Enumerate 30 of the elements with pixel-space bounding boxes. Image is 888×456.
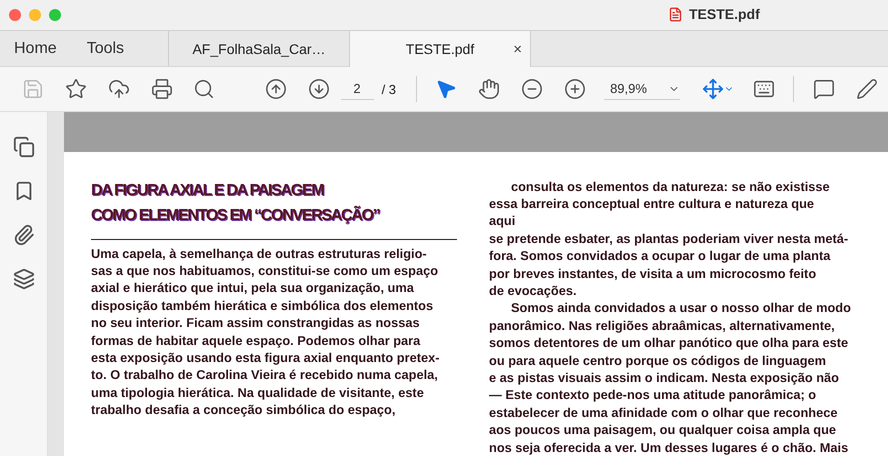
window-title: TESTE.pdf	[689, 6, 760, 22]
page-total: / 3	[382, 82, 396, 96]
document-tab[interactable]: TESTE.pdf ×	[350, 31, 531, 67]
zoom-dropdown[interactable]: 89,9%	[604, 78, 680, 100]
comment-icon[interactable]	[812, 78, 835, 100]
pages-icon[interactable]	[12, 136, 34, 158]
body-paragraph: Uma capela, à semelhança de outras estruturas religio- sas a que nos habituamos, constitui-se como um espaço axial e hierático que intui, pela sua organização, uma disposição também hierática e simbólica dos elementos no seu interior. Ficam assim constrangidas as nossas formas de habitar aquele espaço. Podemos olhar para esta exposição usando esta figura axial enquanto pretex- to. O trabalho de Carolina Vieira é recebido numa capela, uma tipologia hierática. Na qualidade de visitante, este trabalho desafia a conceção simbólica do espaço,	[91, 244, 440, 419]
close-tab-button[interactable]: ×	[513, 40, 522, 58]
nav-tab[interactable]: Home	[14, 40, 57, 58]
close-window-button[interactable]	[9, 9, 21, 21]
article-heading: DA FIGURA AXIAL E DA PAISAGEM COMO ELEMENTOS EM “CONVERSAÇÃO”	[91, 180, 380, 226]
body-paragraph: consulta os elementos da natureza: se não existisse essa barreira conceptual entre cultura e natureza que aqui se pretende esbater, as plantas poderiam viver nesta metá- fora. Somos convidados a ocupar o lugar de uma planta por breves instantes, de visita a um microcosmo feito de evocações.	[489, 178, 850, 300]
pen-icon[interactable]	[856, 78, 878, 100]
cloud-upload-icon[interactable]	[108, 78, 130, 100]
nav-tab[interactable]: Tools	[86, 40, 124, 58]
zoom-in-icon[interactable]	[564, 78, 586, 100]
print-icon[interactable]	[150, 78, 173, 100]
body-paragraph: Somos ainda convidados a usar o nosso olhar de modo panorâmico. Nas religiões abraâmicas, alternativamente, somos detentores de um olhar panótico que olha para este ou para aquele centro porque os códigos de linguagem e as pistas visuais assim o indicam. Nesta exposição não	[489, 299, 852, 386]
body-paragraph: — Este contexto pede-nos uma atitude panorâmica; o estabelecer de uma afinidade com o olhar que reconhece aos poucos uma paisagem, ou qualquer coisa ampla que nos seja oferecida a ver. Um desses lugares é o chão. Mais	[489, 386, 850, 456]
star-icon[interactable]	[65, 78, 88, 100]
hand-icon[interactable]	[478, 78, 500, 100]
fit-page-icon[interactable]	[702, 78, 724, 100]
paperclip-icon[interactable]	[12, 224, 34, 246]
page-number-field[interactable]: 2	[340, 78, 374, 100]
search-icon[interactable]	[193, 78, 216, 100]
pointer-icon[interactable]	[435, 78, 458, 100]
zoom-out-icon[interactable]	[520, 78, 543, 100]
keyboard-icon[interactable]	[753, 78, 776, 100]
pdf-file-icon	[668, 6, 683, 22]
layers-icon[interactable]	[12, 268, 34, 290]
